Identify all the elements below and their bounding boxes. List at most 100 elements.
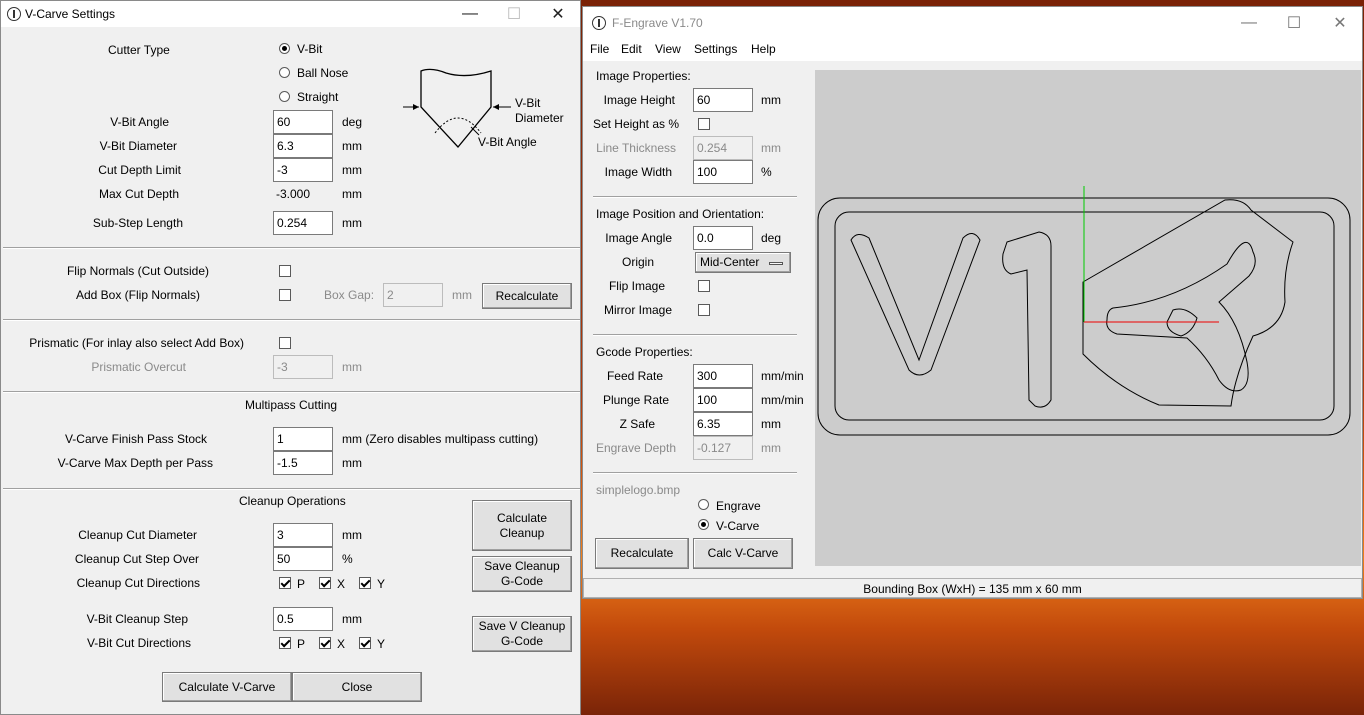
prismatic-checkbox[interactable]: [279, 337, 291, 349]
cleanup-dir-p-checkbox[interactable]: [279, 577, 291, 589]
separator: [593, 334, 797, 336]
cleanup-dir-x-checkbox[interactable]: [319, 577, 331, 589]
flip-image-checkbox[interactable]: [698, 280, 710, 292]
cut-depth-limit-input[interactable]: -3: [273, 158, 333, 182]
cutter-type-label: Cutter Type: [108, 43, 170, 57]
max-depth-pass-label: V-Carve Max Depth per Pass: [57, 456, 213, 470]
vbit-dir-x-checkbox[interactable]: [319, 637, 331, 649]
cleanup-diameter-input[interactable]: 3: [273, 523, 333, 547]
radio-ball-nose[interactable]: [279, 67, 290, 78]
image-angle-unit: deg: [761, 231, 782, 245]
image-height-input[interactable]: 60: [693, 88, 753, 112]
status-bar: Bounding Box (WxH) = 135 mm x 60 mm: [583, 578, 1362, 598]
plunge-rate-input[interactable]: 100: [693, 388, 753, 412]
engrave-mode-radio[interactable]: [698, 499, 709, 510]
feed-rate-input[interactable]: 300: [693, 364, 753, 388]
vbit-diagram: V-Bit Diameter V-Bit Angle: [403, 68, 564, 149]
vbit-angle-unit: deg: [342, 115, 363, 129]
finish-pass-input[interactable]: 1: [273, 427, 333, 451]
recalculate-button[interactable]: Recalculate: [482, 283, 572, 309]
flip-image-label: Flip Image: [608, 279, 665, 293]
z-safe-unit: mm: [761, 417, 781, 431]
image-properties-heading: Image Properties:: [596, 69, 691, 83]
max-depth-pass-unit: mm: [342, 456, 362, 470]
cut-depth-limit-unit: mm: [342, 163, 362, 177]
cleanup-heading: Cleanup Operations: [239, 494, 346, 508]
calc-vcarve-button[interactable]: Calc V-Carve: [693, 538, 793, 569]
calculate-vcarve-button[interactable]: Calculate V-Carve: [162, 672, 292, 702]
vbit-angle-input[interactable]: 60: [273, 110, 333, 134]
vbit-dir-y-label: Y: [377, 637, 386, 651]
prismatic-label: Prismatic (For inlay also select Add Box…: [29, 336, 244, 350]
plunge-rate-label: Plunge Rate: [602, 393, 669, 407]
cleanup-stepover-label: Cleanup Cut Step Over: [74, 552, 199, 566]
vbit-dir-p-checkbox[interactable]: [279, 637, 291, 649]
vbit-dir-y-checkbox[interactable]: [359, 637, 371, 649]
separator: [593, 472, 797, 474]
menu-settings[interactable]: Settings: [694, 42, 737, 56]
flip-normals-label: Flip Normals (Cut Outside): [66, 264, 209, 278]
mirror-image-checkbox[interactable]: [698, 304, 710, 316]
flip-normals-checkbox[interactable]: [279, 265, 291, 277]
sub-step-label: Sub-Step Length: [92, 216, 183, 230]
z-safe-input[interactable]: 6.35: [693, 412, 753, 436]
cut-depth-limit-label: Cut Depth Limit: [98, 163, 181, 177]
bounding-box-status: Bounding Box (WxH) = 135 mm x 60 mm: [863, 582, 1082, 596]
close-button[interactable]: Close: [292, 672, 422, 702]
cleanup-stepover-unit: %: [342, 552, 353, 566]
image-height-label: Image Height: [603, 93, 675, 107]
image-width-input[interactable]: 100: [693, 160, 753, 184]
maximize-icon[interactable]: ☐: [1271, 7, 1317, 39]
radio-straight-label: Straight: [297, 90, 339, 104]
cleanup-dir-y-checkbox[interactable]: [359, 577, 371, 589]
app-icon: [592, 16, 606, 30]
engrave-depth-input[interactable]: -0.127: [693, 436, 753, 460]
vbit-diameter-label: V-Bit Diameter: [99, 139, 177, 153]
vbit-cleanup-step-input[interactable]: 0.5: [273, 607, 333, 631]
prismatic-overcut-label: Prismatic Overcut: [91, 360, 186, 374]
minimize-icon[interactable]: —: [447, 1, 493, 27]
finish-pass-label: V-Carve Finish Pass Stock: [64, 432, 207, 446]
close-icon[interactable]: ✕: [535, 1, 581, 27]
save-cleanup-gcode-button[interactable]: Save Cleanup G-Code: [472, 556, 572, 592]
line-thickness-input[interactable]: 0.254: [693, 136, 753, 160]
set-height-label: Set Height as %: [592, 117, 679, 131]
vcarve-toolpath-preview: [817, 186, 1351, 436]
sub-step-input[interactable]: 0.254: [273, 211, 333, 235]
engrave-mode-label: Engrave: [716, 499, 761, 513]
menu-file[interactable]: File: [590, 42, 609, 56]
diagram-diameter-label-1: V-Bit: [515, 96, 541, 110]
radio-vbit[interactable]: [279, 43, 290, 54]
set-height-checkbox[interactable]: [698, 118, 710, 130]
vbit-angle-label: V-Bit Angle: [110, 115, 169, 129]
vbit-diameter-input[interactable]: 6.3: [273, 134, 333, 158]
prismatic-overcut-input[interactable]: -3: [273, 355, 333, 379]
vcarve-settings-window: V-Carve Settings — ☐ ✕ Cutter Type V-Bit…: [0, 0, 581, 715]
image-angle-input[interactable]: 0.0: [693, 226, 753, 250]
close-icon[interactable]: ✕: [1317, 7, 1363, 39]
box-gap-input[interactable]: 2: [383, 283, 443, 307]
finish-pass-unit: mm (Zero disables multipass cutting): [342, 432, 539, 446]
vcarve-mode-radio[interactable]: [698, 519, 709, 530]
add-box-checkbox[interactable]: [279, 289, 291, 301]
minimize-icon[interactable]: —: [1226, 7, 1272, 39]
calculate-cleanup-button[interactable]: Calculate Cleanup: [472, 500, 572, 551]
origin-label: Origin: [621, 255, 654, 269]
vbit-dir-x-label: X: [337, 637, 346, 651]
menu-help[interactable]: Help: [751, 42, 776, 56]
radio-straight[interactable]: [279, 91, 290, 102]
line-thickness-unit: mm: [761, 141, 781, 155]
origin-value: Mid-Center: [700, 255, 760, 269]
menu-view[interactable]: View: [655, 42, 681, 56]
save-v-cleanup-gcode-button[interactable]: Save V Cleanup G-Code: [472, 616, 572, 652]
origin-dropdown[interactable]: Mid-Center: [695, 252, 791, 273]
preview-canvas[interactable]: [815, 70, 1361, 566]
image-width-label: Image Width: [604, 165, 672, 179]
mirror-image-label: Mirror Image: [603, 303, 672, 317]
menu-edit[interactable]: Edit: [621, 42, 642, 56]
cleanup-stepover-input[interactable]: 50: [273, 547, 333, 571]
max-cut-depth-value: -3.000: [276, 187, 311, 201]
separator: [593, 196, 797, 198]
max-depth-pass-input[interactable]: -1.5: [273, 451, 333, 475]
recalculate-button[interactable]: Recalculate: [595, 538, 689, 569]
